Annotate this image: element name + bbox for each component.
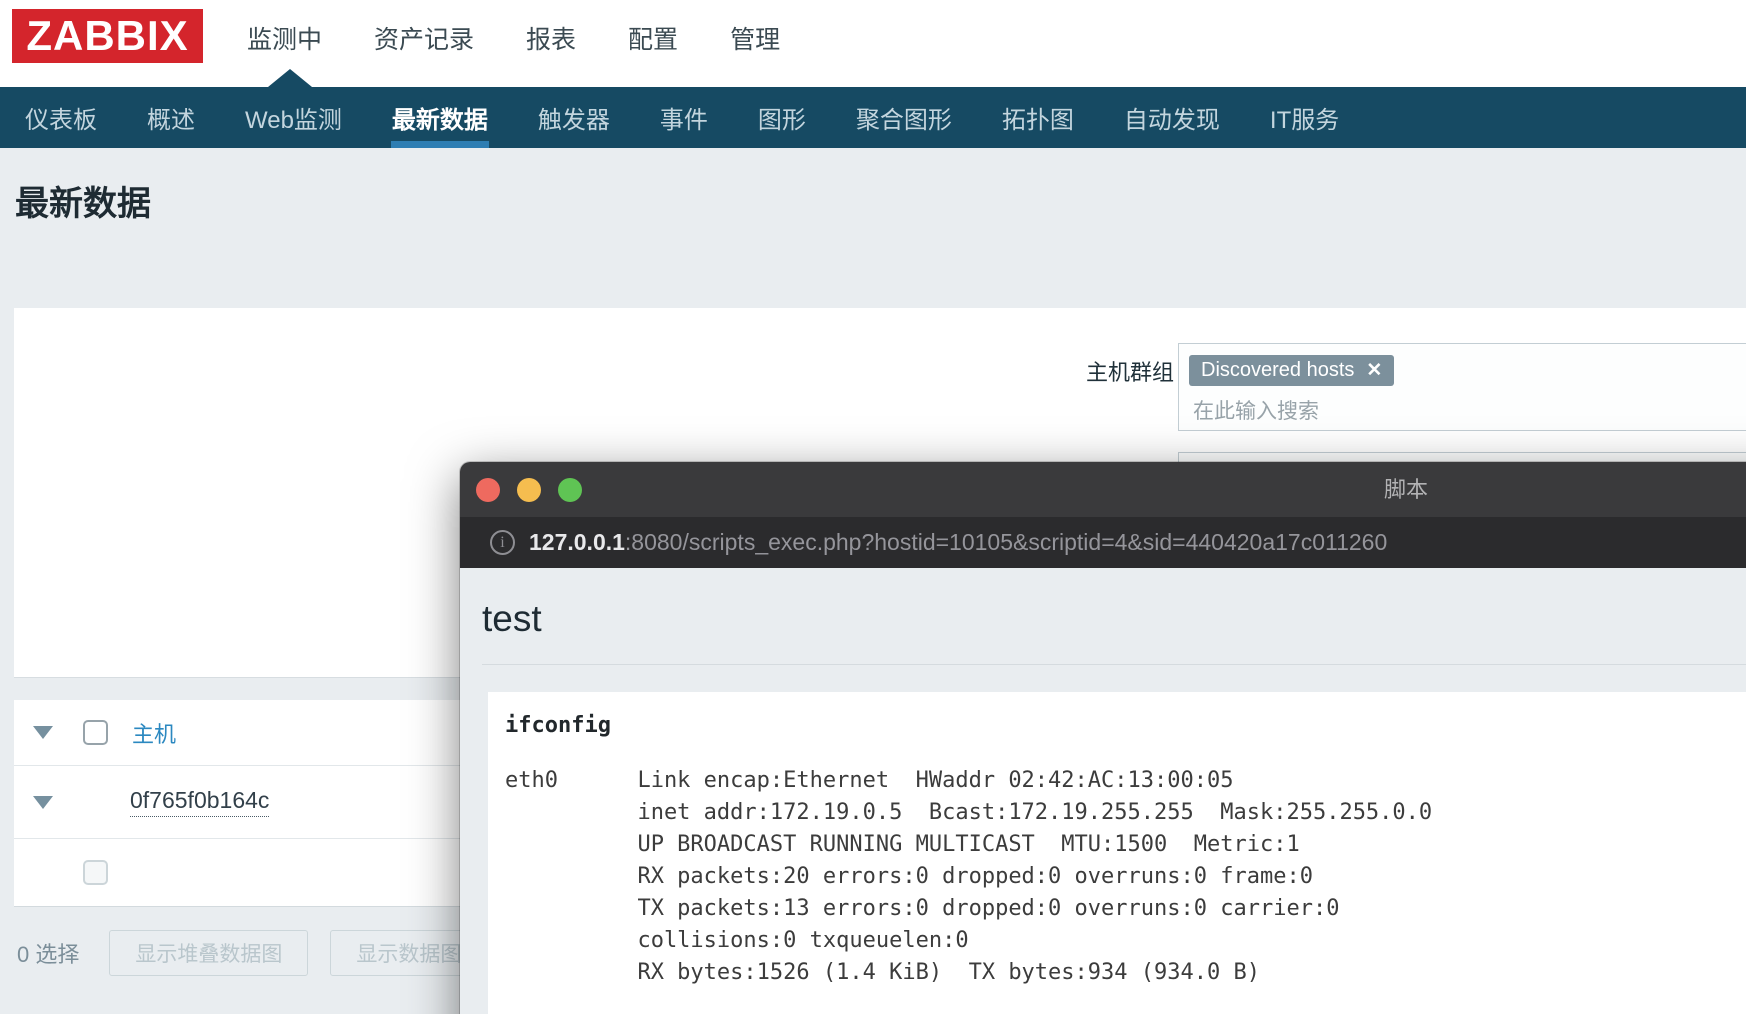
heading-divider	[482, 664, 1746, 665]
tab-events[interactable]: 事件	[635, 87, 733, 148]
script-output: eth0 Link encap:Ethernet HWaddr 02:42:AC…	[505, 765, 1746, 989]
url-path: :8080/scripts_exec.php?hostid=10105&scri…	[625, 529, 1387, 555]
main-menu: 监测中 资产记录 报表 配置 管理	[247, 0, 780, 76]
close-window-icon[interactable]	[476, 478, 500, 502]
tab-graphs[interactable]: 图形	[733, 87, 831, 148]
menu-item-inventory[interactable]: 资产记录	[374, 20, 474, 56]
host-column-sort-link[interactable]: 主机	[132, 717, 176, 749]
tab-it-services[interactable]: IT服务	[1245, 87, 1364, 148]
minimize-window-icon[interactable]	[517, 478, 541, 502]
collapse-all-toggle-icon[interactable]	[33, 726, 53, 739]
host-name-link[interactable]: 0f765f0b164c	[130, 787, 269, 817]
item-checkbox[interactable]	[83, 860, 108, 885]
tab-maps[interactable]: 拓扑图	[977, 87, 1099, 148]
remove-tag-icon[interactable]: ✕	[1366, 359, 1382, 382]
tag-label: Discovered hosts	[1201, 359, 1354, 382]
script-name-heading: test	[482, 598, 1746, 640]
tab-dashboard[interactable]: 仪表板	[0, 87, 122, 148]
popup-body: test ifconfig eth0 Link encap:Ethernet H…	[460, 568, 1746, 1014]
app-header: ZABBIX 监测中 资产记录 报表 配置 管理	[0, 0, 1746, 87]
display-stacked-graph-button[interactable]: 显示堆叠数据图	[109, 930, 308, 976]
script-popup-window: 脚本 i 127.0.0.1:8080/scripts_exec.php?hos…	[460, 462, 1746, 1014]
maximize-window-icon[interactable]	[558, 478, 582, 502]
site-info-icon[interactable]: i	[490, 530, 515, 555]
script-command: ifconfig	[505, 713, 1746, 738]
browser-url-bar[interactable]: i 127.0.0.1:8080/scripts_exec.php?hostid…	[460, 517, 1746, 568]
zabbix-logo: ZABBIX	[12, 9, 203, 63]
tab-triggers[interactable]: 触发器	[513, 87, 635, 148]
select-all-checkbox[interactable]	[83, 720, 108, 745]
script-output-box: ifconfig eth0 Link encap:Ethernet HWaddr…	[488, 692, 1746, 1014]
host-group-multiselect[interactable]: Discovered hosts ✕ 在此输入搜索	[1178, 343, 1746, 431]
page-title: 最新数据	[15, 176, 151, 225]
tab-latest-data[interactable]: 最新数据	[367, 87, 513, 148]
popup-titlebar[interactable]: 脚本	[460, 462, 1746, 517]
menu-item-configuration[interactable]: 配置	[628, 20, 678, 56]
host-group-label: 主机群组	[1054, 358, 1174, 388]
menu-item-administration[interactable]: 管理	[730, 20, 780, 56]
tab-overview[interactable]: 概述	[122, 87, 220, 148]
menu-item-monitoring[interactable]: 监测中	[247, 20, 322, 56]
tab-discovery[interactable]: 自动发现	[1099, 87, 1245, 148]
menu-item-reports[interactable]: 报表	[526, 20, 576, 56]
tab-web-monitoring[interactable]: Web监测	[220, 87, 367, 148]
collapse-host-toggle-icon[interactable]	[33, 796, 53, 809]
window-title: 脚本	[460, 462, 1746, 517]
zabbix-page: ZABBIX 监测中 资产记录 报表 配置 管理 仪表板 概述 Web监测 最新…	[0, 0, 1746, 1014]
monitoring-subnav: 仪表板 概述 Web监测 最新数据 触发器 事件 图形 聚合图形 拓扑图 自动发…	[0, 87, 1746, 148]
page-url[interactable]: 127.0.0.1:8080/scripts_exec.php?hostid=1…	[529, 529, 1387, 556]
url-host: 127.0.0.1	[529, 529, 625, 555]
tab-screens[interactable]: 聚合图形	[831, 87, 977, 148]
footer-actions: 0 选择 显示堆叠数据图 显示数据图	[14, 930, 487, 976]
search-input-placeholder[interactable]: 在此输入搜索	[1193, 395, 1739, 425]
active-menu-pointer-icon	[268, 69, 312, 87]
selected-host-group-tag: Discovered hosts ✕	[1189, 355, 1394, 386]
selected-count: 0 选择	[17, 937, 79, 969]
window-controls	[476, 478, 582, 502]
